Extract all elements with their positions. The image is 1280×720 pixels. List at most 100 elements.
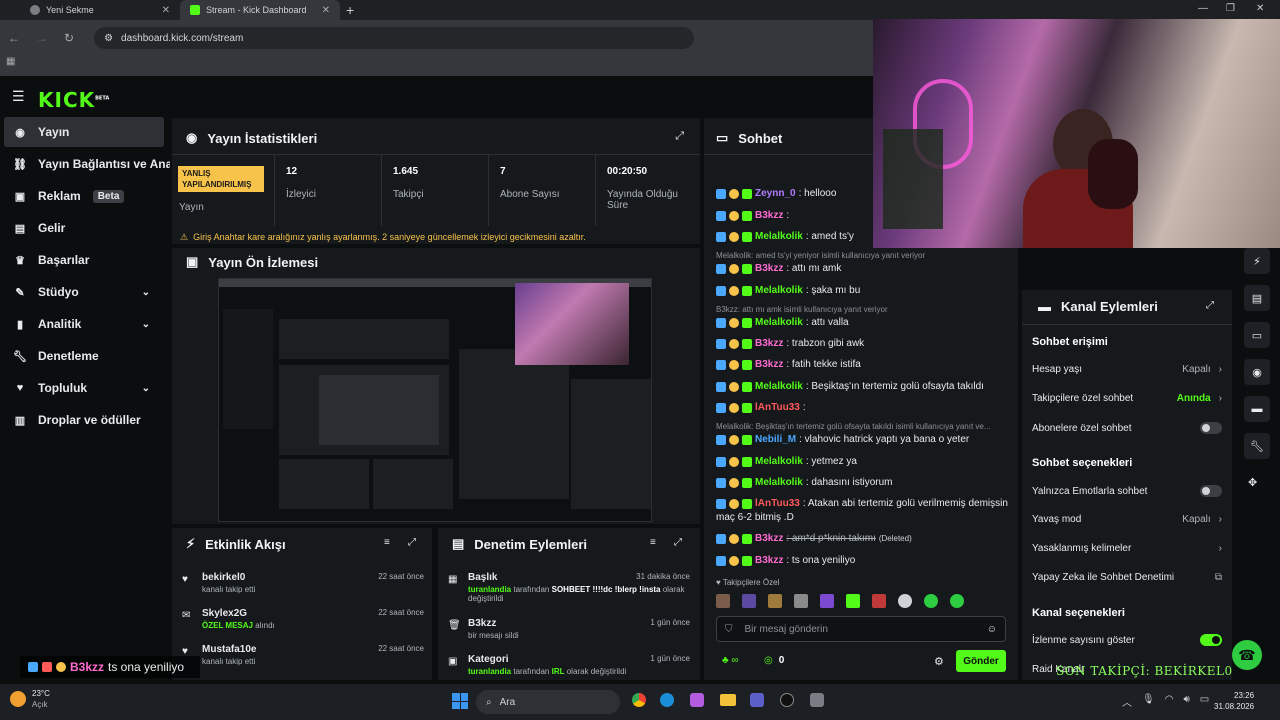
reload-icon[interactable]: ↻ bbox=[64, 31, 74, 45]
tab-new[interactable]: Yeni Sekme ✕ bbox=[20, 0, 180, 20]
chat-rules-icon[interactable]: ♣ ∞ bbox=[722, 655, 738, 666]
account-age-row[interactable]: Hesap yaşı Kapalı › bbox=[1032, 364, 1222, 375]
badge-icon bbox=[742, 456, 752, 467]
sidebar-item-community[interactable]: ♥ Topluluk ⌄ bbox=[4, 373, 164, 403]
close-tab-icon[interactable]: ✕ bbox=[322, 5, 330, 16]
menu-icon[interactable]: ☰ bbox=[12, 88, 25, 105]
emote-icon[interactable] bbox=[794, 594, 808, 608]
sidebar-item-drops[interactable]: ▥ Droplar ve ödüller bbox=[4, 405, 164, 435]
chat-username[interactable]: Melalkolik bbox=[755, 285, 803, 296]
emote-icon[interactable] bbox=[924, 594, 938, 608]
chat-bubble-icon[interactable]: ▭ bbox=[1244, 322, 1270, 348]
emote-icon[interactable] bbox=[872, 594, 886, 608]
windows-start-icon[interactable] bbox=[452, 693, 468, 709]
external-link-icon: ⧉ bbox=[1214, 572, 1222, 583]
emote-icon[interactable] bbox=[716, 594, 730, 608]
chat-input[interactable]: ⛉ Bir mesaj gönderin ☺ bbox=[716, 616, 1006, 642]
help-button[interactable]: ☎ bbox=[1232, 640, 1262, 670]
taskbar-search[interactable]: ⌕ Ara bbox=[476, 690, 620, 714]
maximize-icon[interactable]: ❐ bbox=[1226, 3, 1235, 14]
emoji-icon[interactable]: ☺ bbox=[987, 624, 997, 635]
banned-words-row[interactable]: Yasaklanmış kelimeler › bbox=[1032, 543, 1222, 554]
sub-chat-toggle[interactable] bbox=[1200, 422, 1222, 434]
obs-icon[interactable] bbox=[780, 693, 794, 707]
weather-icon bbox=[10, 691, 26, 707]
badge-icon bbox=[742, 338, 752, 349]
sidebar-item-yayin[interactable]: ◉ Yayın bbox=[4, 117, 164, 147]
chat-username[interactable]: Melalkolik bbox=[755, 477, 803, 488]
chat-username[interactable]: Melalkolik bbox=[755, 381, 803, 392]
emote-only-toggle[interactable] bbox=[1200, 485, 1222, 497]
chat-username[interactable]: B3kzz bbox=[755, 263, 783, 274]
emote-icon[interactable] bbox=[768, 594, 782, 608]
back-icon[interactable]: ← bbox=[8, 31, 20, 45]
clock[interactable]: 23:26 31.08.2026 bbox=[1214, 690, 1254, 712]
send-button[interactable]: Gönder bbox=[956, 650, 1006, 672]
chevron-down-icon: ⌄ bbox=[141, 286, 150, 298]
follower-chat-row[interactable]: Takipçilere özel sohbet Anında › bbox=[1032, 393, 1222, 404]
expand-icon[interactable]: ⤢ bbox=[1206, 300, 1214, 311]
preview-video[interactable] bbox=[218, 278, 652, 522]
emote-icon[interactable] bbox=[820, 594, 834, 608]
sidebar-item-analytics[interactable]: ▮ Analitik ⌄ bbox=[4, 309, 164, 339]
copilot-icon[interactable] bbox=[690, 693, 704, 707]
url-input[interactable]: ⚙ dashboard.kick.com/stream bbox=[94, 27, 695, 49]
chat-username[interactable]: Melalkolik bbox=[755, 231, 803, 242]
puzzle-icon[interactable]: ✥ bbox=[1248, 476, 1257, 489]
forward-icon[interactable]: → bbox=[36, 31, 48, 45]
minimize-icon[interactable]: — bbox=[1198, 3, 1208, 14]
chrome-icon[interactable] bbox=[632, 693, 646, 707]
document-icon[interactable]: ▤ bbox=[1244, 285, 1270, 311]
file-explorer-icon[interactable] bbox=[720, 694, 736, 706]
system-tray[interactable]: ︿ 🎙︎ ◠ 🔊︎ ▭ bbox=[1122, 694, 1209, 709]
sidebar-item-moderation[interactable]: 🔧︎ Denetleme bbox=[4, 341, 164, 371]
chat-username[interactable]: Nebili_M bbox=[755, 434, 796, 445]
tab-kick-dashboard[interactable]: Stream - Kick Dashboard ✕ bbox=[180, 0, 340, 20]
chat-username[interactable]: B3kzz bbox=[755, 210, 783, 221]
sidebar-item-revenue[interactable]: ▤ Gelir bbox=[4, 213, 164, 243]
slow-mode-row[interactable]: Yavaş mod Kapalı › bbox=[1032, 514, 1222, 525]
points-counter[interactable]: ◎ 0 bbox=[764, 655, 784, 666]
chat-username[interactable]: Melalkolik bbox=[755, 317, 803, 328]
ai-moderation-row[interactable]: Yapay Zeka ile Sohbet Denetimi ⧉ bbox=[1032, 572, 1222, 583]
chat-username[interactable]: lAnTuu33 bbox=[755, 402, 800, 413]
chat-username[interactable]: B3kzz bbox=[755, 533, 783, 544]
expand-icon[interactable]: ⤢ bbox=[674, 537, 682, 548]
emote-icon[interactable] bbox=[742, 594, 756, 608]
sidebar-item-stream-key[interactable]: ⛓Yayın Bağlantısı ve Anahtarı bbox=[4, 149, 170, 179]
category-icon: ▣ bbox=[448, 656, 458, 667]
expand-icon[interactable]: ⤢ bbox=[675, 130, 684, 143]
wrench-icon[interactable]: 🔧︎ bbox=[1244, 433, 1270, 459]
chat-username[interactable]: B3kzz bbox=[755, 359, 783, 370]
chat-settings-icon[interactable]: ⚙ bbox=[934, 655, 944, 668]
app-icon[interactable] bbox=[810, 693, 824, 707]
close-window-icon[interactable]: ✕ bbox=[1256, 3, 1264, 14]
stream-icon[interactable]: ◉ bbox=[1244, 359, 1270, 385]
emote-icon[interactable] bbox=[846, 594, 860, 608]
kick-logo[interactable]: KICKBETA bbox=[38, 88, 109, 112]
show-viewers-toggle[interactable] bbox=[1200, 634, 1222, 646]
site-info-icon[interactable]: ⚙ bbox=[104, 33, 113, 44]
chat-username[interactable]: lAnTuu33 bbox=[755, 498, 800, 509]
channel-icon[interactable]: ▬ bbox=[1244, 396, 1270, 422]
chat-username[interactable]: B3kzz bbox=[755, 338, 783, 349]
new-tab-icon[interactable]: + bbox=[346, 2, 354, 18]
chat-username[interactable]: Melalkolik bbox=[755, 456, 803, 467]
close-tab-icon[interactable]: ✕ bbox=[162, 5, 170, 16]
chat-username[interactable]: B3kzz bbox=[755, 555, 783, 566]
teams-icon[interactable] bbox=[750, 693, 764, 707]
apps-grid-icon[interactable]: ▦ bbox=[6, 56, 15, 67]
sidebar-item-ads[interactable]: ▣ Reklam Beta bbox=[4, 181, 164, 211]
expand-icon[interactable]: ⤢ bbox=[408, 537, 416, 548]
chat-text: : vlahovic hatrick yaptı ya bana o yeter bbox=[799, 434, 970, 445]
chat-username[interactable]: Zeynn_0 bbox=[755, 188, 796, 199]
sidebar-item-studio[interactable]: ✎ Stüdyo ⌄ bbox=[4, 277, 164, 307]
filter-icon[interactable]: ≡ bbox=[384, 537, 390, 548]
filter-icon[interactable]: ≡ bbox=[650, 537, 656, 548]
sidebar-item-achievements[interactable]: ♛ Başarılar bbox=[4, 245, 164, 275]
emote-icon[interactable] bbox=[950, 594, 964, 608]
edge-icon[interactable] bbox=[660, 693, 674, 707]
bolt-icon[interactable]: ⚡︎ bbox=[1244, 248, 1270, 274]
emote-icon[interactable] bbox=[898, 594, 912, 608]
weather-widget[interactable]: 23°C Açık bbox=[10, 688, 50, 710]
